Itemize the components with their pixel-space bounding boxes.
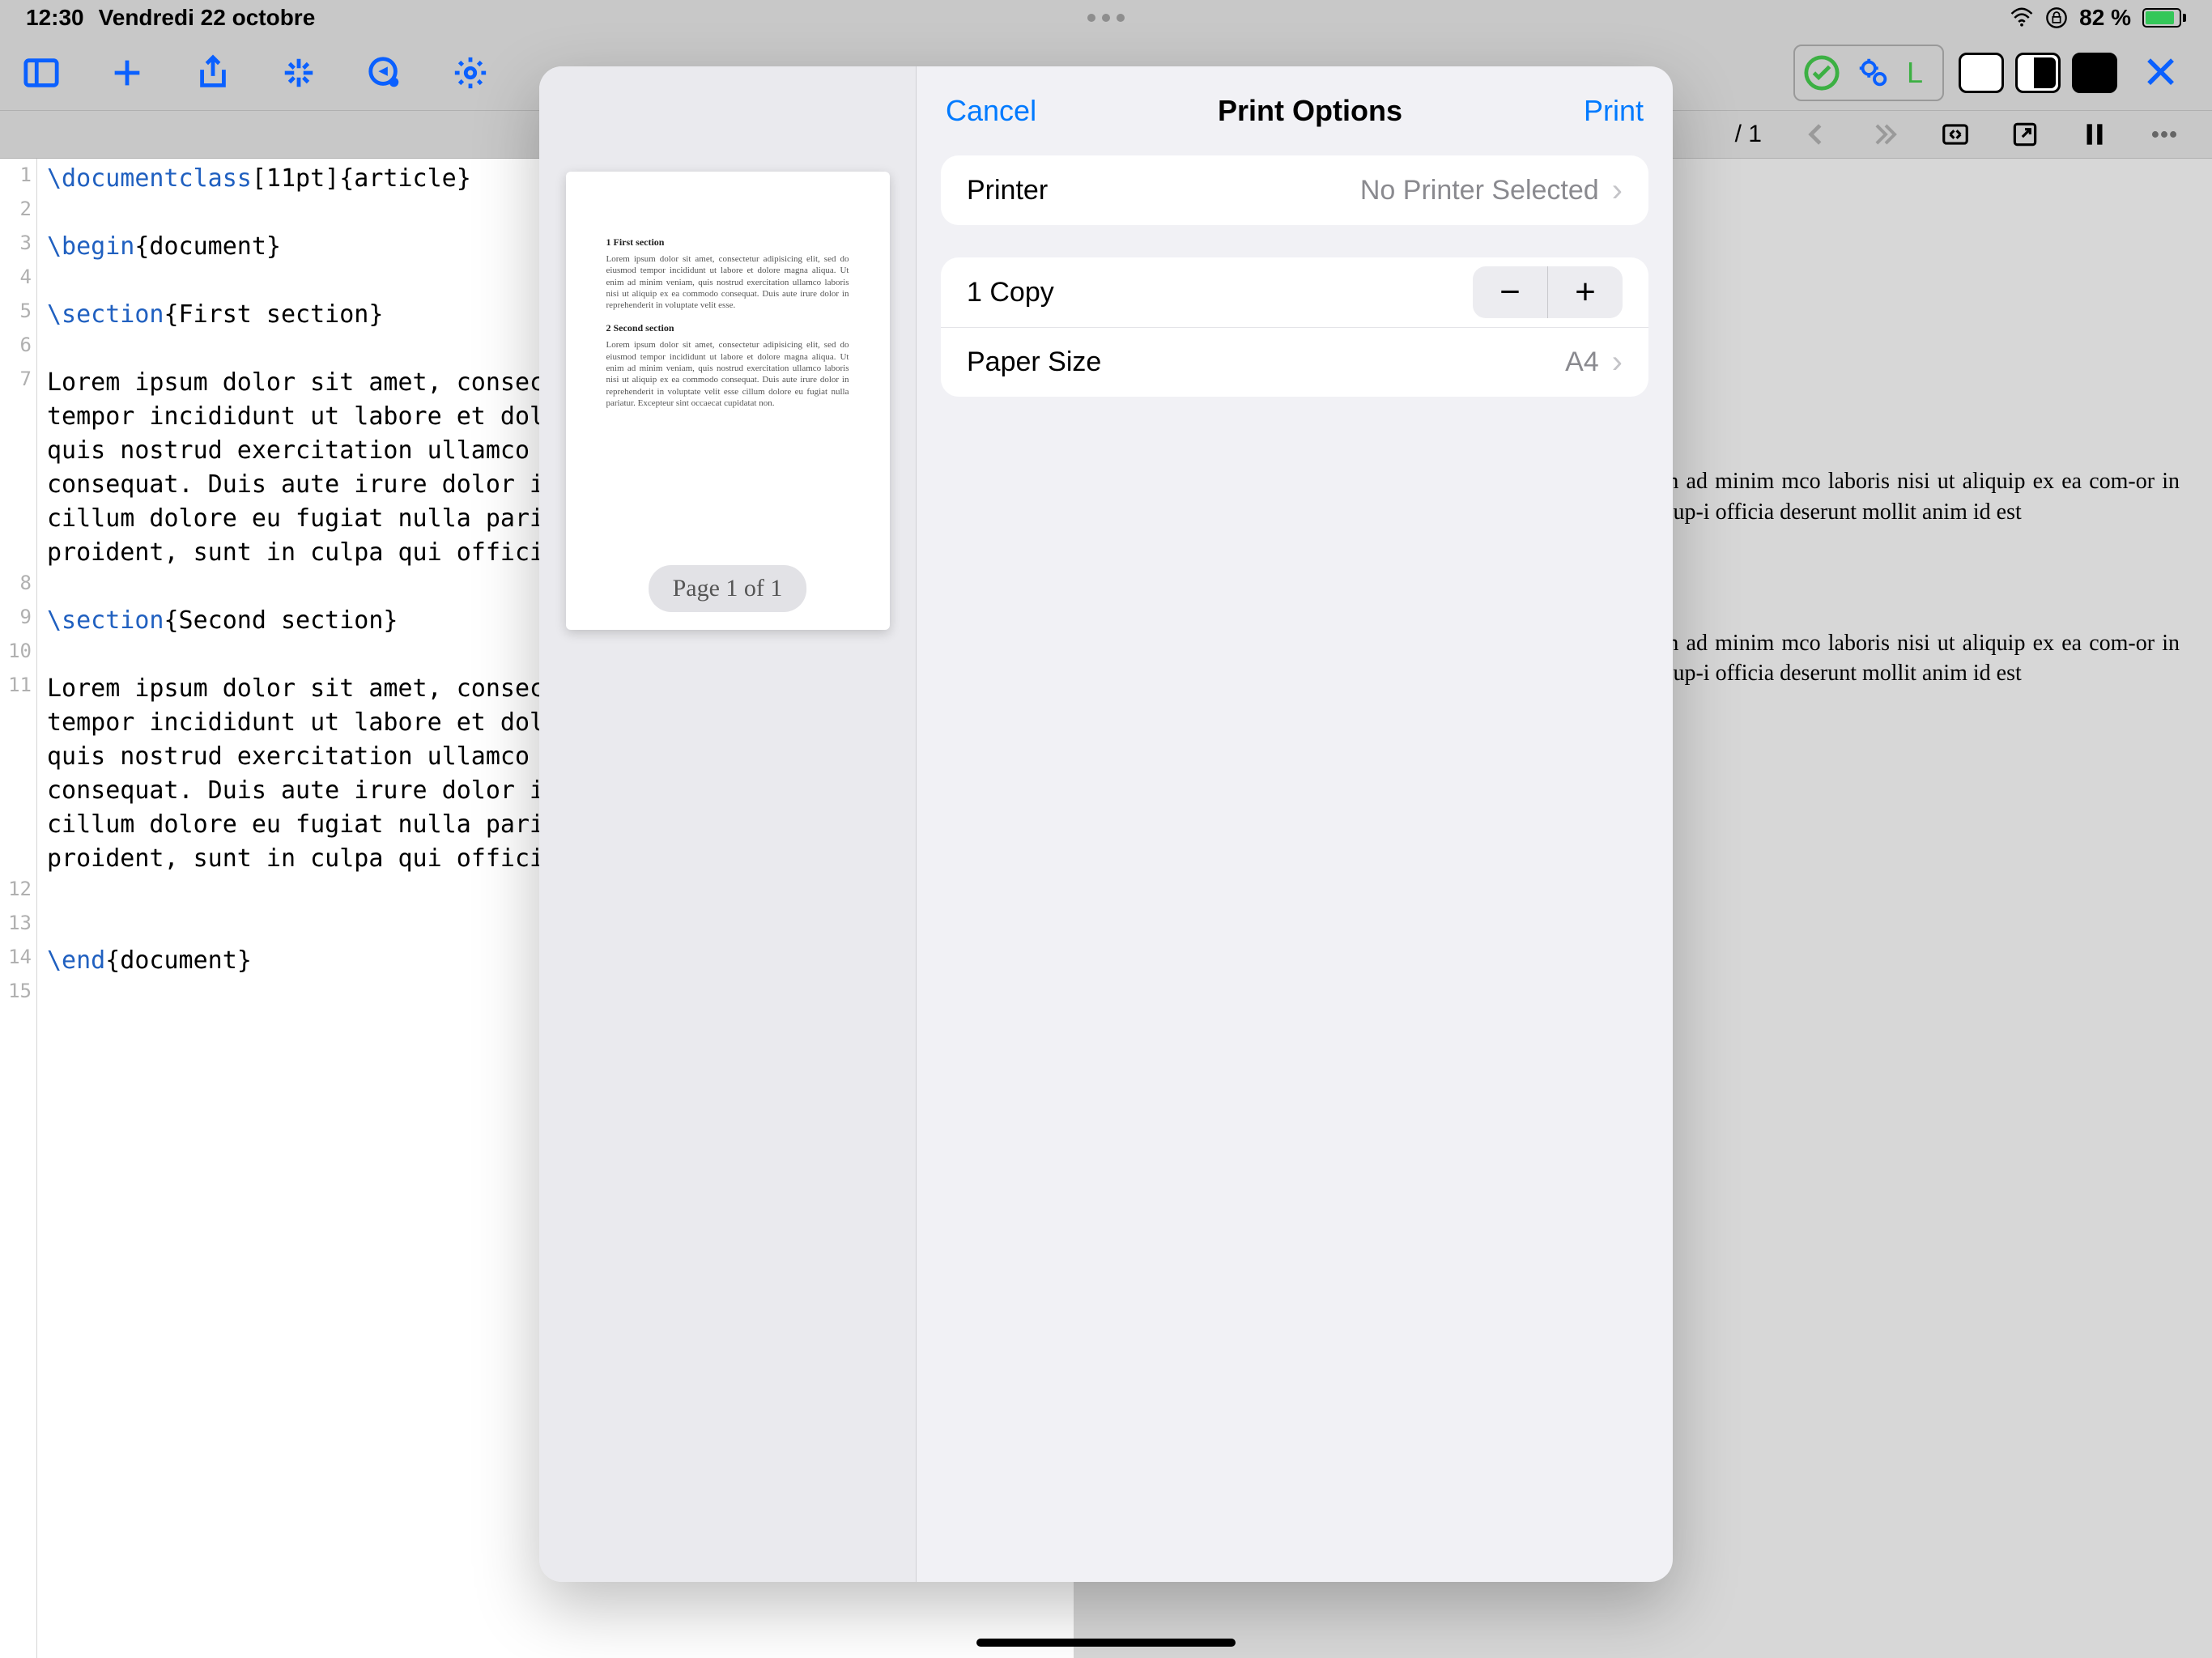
thumb-heading: 1 First section: [606, 236, 849, 249]
print-button[interactable]: Print: [1584, 94, 1644, 128]
print-options-modal: 1 First section Lorem ipsum dolor sit am…: [539, 66, 1673, 1582]
chevron-left-icon[interactable]: [1801, 119, 1831, 150]
sync-icon[interactable]: [1940, 119, 1971, 150]
open-external-icon[interactable]: [2010, 119, 2040, 150]
battery-icon: [2142, 8, 2186, 28]
print-preview-pane: 1 First section Lorem ipsum dolor sit am…: [539, 66, 917, 1582]
page-indicator: / 1: [1735, 121, 1762, 148]
printer-value: No Printer Selected: [1360, 175, 1599, 206]
check-icon: [1803, 54, 1840, 91]
status-letter: L: [1907, 56, 1923, 90]
plus-icon[interactable]: [108, 54, 146, 91]
thumb-heading: 2 Second section: [606, 322, 849, 334]
sidebar-icon[interactable]: [23, 54, 60, 91]
copies-label: 1 Copy: [967, 277, 1473, 308]
chevron-right-icon: ›: [1612, 172, 1623, 209]
code-content[interactable]: \documentclass[11pt]{article} \begin{doc…: [37, 159, 573, 1658]
paper-size-row[interactable]: Paper Size A4 ›: [941, 327, 1648, 397]
gears-icon: [1855, 54, 1892, 91]
cancel-button[interactable]: Cancel: [946, 94, 1036, 128]
close-button[interactable]: ✕: [2132, 46, 2189, 100]
share-icon[interactable]: [194, 54, 232, 91]
more-icon[interactable]: [2149, 119, 2180, 150]
thumb-text: Lorem ipsum dolor sit amet, consectetur …: [606, 253, 849, 311]
options-group: 1 Copy − + Paper Size A4 ›: [941, 257, 1648, 397]
thumb-text: Lorem ipsum dolor sit amet, consectetur …: [606, 339, 849, 409]
page-badge: Page 1 of 1: [649, 565, 807, 612]
settings-gear-icon[interactable]: [452, 54, 489, 91]
chevron-double-right-icon[interactable]: [1870, 119, 1901, 150]
layout-preview-only[interactable]: [2072, 53, 2117, 93]
home-indicator[interactable]: [976, 1639, 1236, 1647]
paper-value: A4: [1565, 346, 1599, 378]
page-thumbnail[interactable]: 1 First section Lorem ipsum dolor sit am…: [566, 172, 890, 630]
status-bar: 12:30 Vendredi 22 octobre 82 %: [0, 0, 2212, 36]
status-time: 12:30: [26, 5, 84, 31]
copies-row: 1 Copy − +: [941, 257, 1648, 327]
printer-group: Printer No Printer Selected ›: [941, 155, 1648, 225]
sparkle-icon[interactable]: [280, 54, 317, 91]
stepper-plus[interactable]: +: [1548, 266, 1623, 318]
line-gutter: 123456789101112131415: [0, 159, 37, 1658]
paper-label: Paper Size: [967, 346, 1565, 378]
printer-row[interactable]: Printer No Printer Selected ›: [941, 155, 1648, 225]
modal-title: Print Options: [1218, 94, 1402, 128]
multitask-dots[interactable]: [1087, 14, 1125, 22]
layout-segmented[interactable]: [1959, 53, 2117, 93]
battery-percent: 82 %: [2079, 5, 2131, 31]
copies-stepper[interactable]: − +: [1473, 266, 1623, 318]
compile-icon[interactable]: [366, 54, 403, 91]
pause-icon[interactable]: [2079, 119, 2110, 150]
layout-editor-only[interactable]: [1959, 53, 2004, 93]
chevron-right-icon: ›: [1612, 344, 1623, 380]
status-pill[interactable]: L: [1793, 45, 1944, 101]
printer-label: Printer: [967, 175, 1360, 206]
modal-header: Cancel Print Options Print: [917, 66, 1673, 155]
wifi-icon: [2010, 6, 2034, 30]
status-date: Vendredi 22 octobre: [99, 5, 316, 31]
stepper-minus[interactable]: −: [1473, 266, 1547, 318]
layout-split[interactable]: [2015, 53, 2061, 93]
rotation-lock-icon: [2045, 6, 2068, 29]
